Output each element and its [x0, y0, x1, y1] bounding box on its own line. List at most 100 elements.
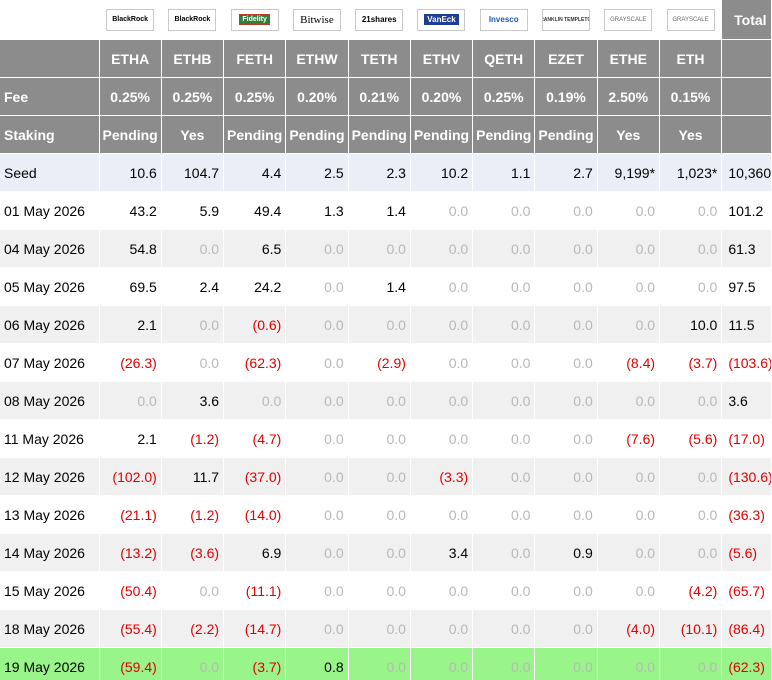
flow-cell: (5.6)	[660, 420, 723, 457]
flow-cell: 10.0	[660, 306, 723, 343]
flow-cell: (50.4)	[100, 572, 162, 609]
table-row: 14 May 2026 (13.2) (3.6) 6.9 0.0 0.0 3.4 0.0 0.9…	[0, 534, 772, 572]
flow-cell: (62.3)	[224, 344, 287, 381]
flow-cell: (2.2)	[162, 610, 225, 647]
flow-cell: 2.3	[349, 154, 411, 191]
flow-cell: 0.0	[473, 230, 536, 267]
ticker-header: QETH	[473, 40, 536, 77]
flow-cell: 0.0	[473, 420, 536, 457]
row-date-label: 04 May 2026	[0, 230, 100, 267]
flow-cell: (59.4)	[100, 648, 162, 680]
ticker-header: ETHV	[411, 40, 474, 77]
table-row: 05 May 2026 69.5 2.4 24.2 0.0 1.4 0.0 0.0 0.0 0.0…	[0, 268, 772, 306]
fee-row: Fee 0.25% 0.25% 0.25% 0.20% 0.21% 0.20% 0.25% 0…	[0, 78, 772, 116]
flow-cell: 0.0	[286, 344, 349, 381]
flow-cell: (8.4)	[598, 344, 661, 381]
table-row: 13 May 2026 (21.1) (1.2) (14.0) 0.0 0.0 0.0 0.0…	[0, 496, 772, 534]
flow-cell: 0.0	[162, 344, 225, 381]
fee-cell: 0.25%	[224, 78, 287, 115]
flow-cell: 0.0	[473, 382, 536, 419]
flow-cell: 1.1	[473, 154, 536, 191]
fee-cell: 0.25%	[473, 78, 536, 115]
flow-cell: 0.0	[660, 382, 723, 419]
row-date-label: 05 May 2026	[0, 268, 100, 305]
row-total: 101.2	[722, 192, 772, 229]
flow-cell: 0.0	[411, 306, 474, 343]
ticker-header: TETH	[349, 40, 411, 77]
flow-cell: 0.0	[286, 268, 349, 305]
flow-cell: 0.0	[598, 230, 661, 267]
flow-cell: (21.1)	[100, 496, 162, 533]
flow-cell: 0.0	[349, 572, 411, 609]
staking-cell: Pending	[535, 116, 598, 153]
flow-cell: 0.0	[411, 192, 474, 229]
flow-cell: 9,199*	[598, 154, 661, 191]
staking-cell: Pending	[473, 116, 536, 153]
flow-cell: (55.4)	[100, 610, 162, 647]
flow-cell: 0.0	[598, 572, 661, 609]
row-total: 61.3	[722, 230, 772, 267]
issuer-logo-row: BlackRock BlackRock Fidelity Bitwise 21s…	[0, 0, 772, 40]
flow-cell: 1.4	[349, 268, 411, 305]
ticker-header: FETH	[224, 40, 287, 77]
flow-cell: 2.4	[162, 268, 225, 305]
ticker-header: ETHA	[100, 40, 162, 77]
flow-cell: 0.0	[473, 610, 536, 647]
flow-cell: 0.0	[224, 382, 287, 419]
blackrock-logo: BlackRock	[106, 8, 155, 31]
row-total: 11.5	[722, 306, 772, 343]
flow-cell: 0.0	[411, 382, 474, 419]
table-row: 18 May 2026 (55.4) (2.2) (14.7) 0.0 0.0 0.0 0.0…	[0, 610, 772, 648]
flow-cell: (37.0)	[224, 458, 287, 495]
flow-cell: 49.4	[224, 192, 287, 229]
issuer-logo-cell: GRAYSCALE	[597, 0, 660, 39]
flow-cell: (11.1)	[224, 572, 287, 609]
flow-cell: 0.0	[598, 458, 661, 495]
flow-cell: 0.0	[349, 496, 411, 533]
flow-cell: 69.5	[100, 268, 162, 305]
flow-cell: (1.2)	[162, 496, 225, 533]
flow-cell: (3.3)	[411, 458, 474, 495]
row-date-label: 06 May 2026	[0, 306, 100, 343]
table-row: 06 May 2026 2.1 0.0 (0.6) 0.0 0.0 0.0 0.0 0.0 0.0…	[0, 306, 772, 344]
flow-cell: 0.0	[286, 306, 349, 343]
table-row: 19 May 2026 (59.4) 0.0 (3.7) 0.8 0.0 0.0 0.0 0.0…	[0, 648, 772, 680]
row-date-label: Seed	[0, 154, 100, 191]
franklin-templeton-logo: FRANKLIN TEMPLETON	[541, 8, 590, 31]
flow-cell: 0.0	[411, 230, 474, 267]
ticker-row-corner	[0, 40, 100, 77]
flow-cell: 0.0	[535, 382, 598, 419]
blackrock-logo: BlackRock	[168, 8, 217, 31]
flow-cell: 0.0	[349, 420, 411, 457]
row-date-label: 13 May 2026	[0, 496, 100, 533]
table-row: 07 May 2026 (26.3) 0.0 (62.3) 0.0 (2.9) 0.0 0.0…	[0, 344, 772, 382]
flow-cell: 24.2	[224, 268, 287, 305]
row-date-label: 11 May 2026	[0, 420, 100, 457]
ticker-header: ETH	[660, 40, 723, 77]
staking-cell: Pending	[286, 116, 349, 153]
grayscale-logo: GRAYSCALE	[604, 8, 653, 31]
flow-cell: 0.0	[349, 306, 411, 343]
flow-cell: (3.6)	[162, 534, 225, 571]
flow-cell: 0.0	[473, 648, 536, 680]
fee-label: Fee	[0, 78, 100, 115]
flow-cell: (3.7)	[660, 344, 723, 381]
flow-cell: 0.0	[162, 648, 225, 680]
row-total: (5.6)	[722, 534, 772, 571]
row-date-label: 19 May 2026	[0, 648, 100, 680]
flow-cell: (14.7)	[224, 610, 287, 647]
flow-grid: BlackRock BlackRock Fidelity Bitwise 21s…	[0, 0, 772, 680]
flow-cell: 0.0	[660, 230, 723, 267]
flow-cell: (10.1)	[660, 610, 723, 647]
issuer-logo-cell: GRAYSCALE	[659, 0, 723, 39]
logo-row-corner	[0, 0, 100, 39]
flow-cell: 0.0	[349, 458, 411, 495]
flow-cell: 2.1	[100, 420, 162, 457]
flow-cell: 0.0	[286, 382, 349, 419]
flow-cell: 0.0	[473, 572, 536, 609]
row-total: 3.6	[722, 382, 772, 419]
total-header: Total	[722, 0, 772, 39]
bitwise-logo: Bitwise	[292, 8, 341, 31]
flow-cell: 0.0	[286, 420, 349, 457]
row-date-label: 15 May 2026	[0, 572, 100, 609]
